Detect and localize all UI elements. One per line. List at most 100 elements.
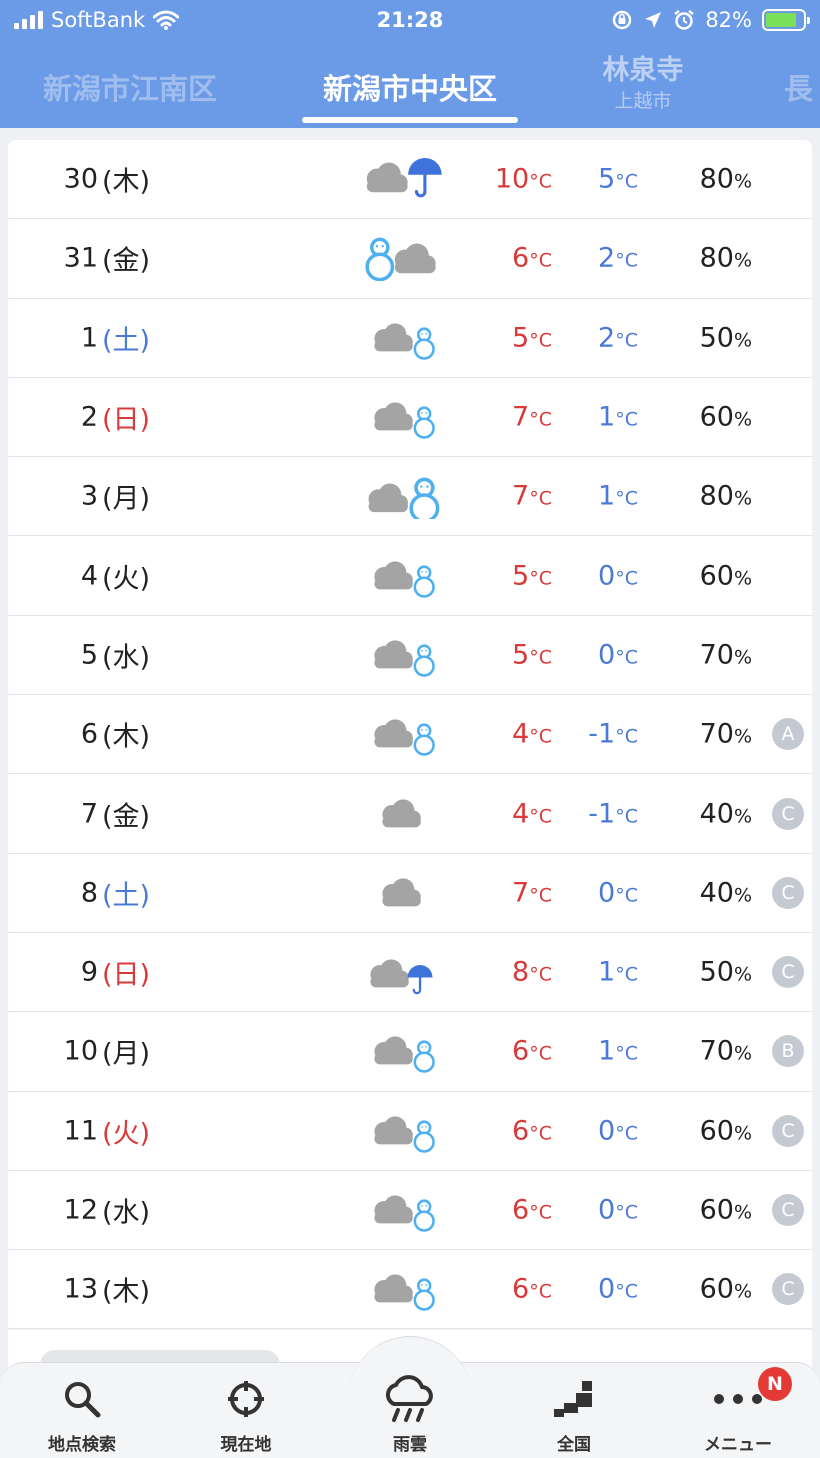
forecast-precip-chance: 70% [699,718,752,750]
nav-nationwide[interactable]: 全国 [509,1368,639,1455]
forecast-day-of-week: (木) [102,166,151,198]
forecast-precip-chance: 60% [699,1273,752,1305]
reliability-badge: C [772,1194,804,1226]
forecast-high-temp: 5°C [512,322,552,354]
forecast-precip-chance: 60% [699,560,752,592]
reliability-badge: B [772,1035,804,1068]
tab-location-next-sub: 上越市 [614,90,672,112]
forecast-high-temp: 4°C [512,798,552,830]
nav-rain-cloud[interactable]: 雨雲 [345,1368,475,1455]
forecast-row[interactable]: 10 (月) 6°C 1°C 70% B [8,1012,812,1092]
crosshair-icon [228,1381,264,1417]
forecast-row[interactable]: 4 (火) 5°C 0°C 60% [8,536,812,616]
forecast-day-of-week: (月) [102,483,151,515]
forecast-precip-chance: 70% [699,639,752,671]
rain-cloud-icon [385,1375,433,1422]
forecast-high-temp: 10°C [494,163,552,195]
cloud-sometimes-snow-icon [374,719,435,756]
forecast-list: 30 (木) 10°C 5°C 80% 31 (金) 6°C 2°C 80% 1… [8,140,812,1330]
forecast-row[interactable]: 3 (月) 7°C 1°C 80% [8,457,812,537]
forecast-precip-chance: 60% [699,1194,752,1226]
forecast-day-of-week: (土) [102,325,151,357]
forecast-date: 30 [63,163,98,195]
tab-location-active[interactable]: 新潟市中央区 [300,66,520,108]
forecast-row[interactable]: 5 (水) 5°C 0°C 70% [8,616,812,696]
orientation-lock-icon [613,10,632,30]
nav-rain-cloud-label: 雨雲 [393,1435,427,1455]
forecast-day-of-week: (日) [102,404,151,436]
tab-location-previous[interactable]: 新潟市江南区 [40,66,220,108]
cloud-sometimes-snow-icon [374,561,435,598]
status-right: 82% [611,8,810,32]
menu-notification-badge: N [758,1367,792,1401]
forecast-high-temp: 6°C [512,1035,552,1067]
forecast-low-temp: 2°C [598,322,638,354]
forecast-day-of-week: (火) [102,1118,151,1150]
reliability-badge: C [772,876,804,909]
forecast-row[interactable]: 30 (木) 10°C 5°C 80% [8,140,812,220]
forecast-date: 5 [80,639,98,671]
forecast-date: 8 [80,877,98,909]
nav-nationwide-label: 全国 [557,1435,591,1455]
forecast-row[interactable]: 8 (土) 7°C 0°C 40% C [8,854,812,933]
search-icon [65,1382,101,1418]
forecast-row[interactable]: 7 (金) 4°C -1°C 40% C [8,774,812,854]
japan-map-icon [554,1381,592,1417]
forecast-row[interactable]: 12 (水) 6°C 0°C 60% C [8,1171,812,1251]
forecast-day-of-week: (金) [102,801,151,833]
forecast-row[interactable]: 6 (木) 4°C -1°C 70% A [8,695,812,775]
forecast-row[interactable]: 9 (日) 8°C 1°C 50% C [8,933,812,1013]
forecast-low-temp: 0°C [598,1194,638,1226]
battery-icon [762,9,810,31]
forecast-row[interactable]: 2 (日) 7°C 1°C 60% [8,378,812,458]
reliability-badge: C [772,1114,804,1147]
nav-current-location[interactable]: 現在地 [181,1368,311,1455]
forecast-low-temp: -1°C [588,718,638,750]
forecast-row[interactable]: 13 (木) 6°C 0°C 60% C [8,1250,812,1330]
forecast-row[interactable]: 11 (火) 6°C 0°C 60% C [8,1092,812,1171]
forecast-date: 2 [80,401,98,433]
cloud-then-snow-icon [368,477,440,520]
forecast-low-temp: 0°C [598,639,638,671]
forecast-day-of-week: (水) [102,642,151,674]
cloud-sometimes-snow-icon [374,1116,435,1153]
forecast-low-temp: 1°C [598,956,638,988]
forecast-high-temp: 4°C [512,718,552,750]
forecast-precip-chance: 50% [699,322,752,354]
tab-location-next[interactable]: 林泉寺 上越市 [570,56,716,116]
forecast-low-temp: 1°C [598,401,638,433]
battery-percent: 82% [705,8,752,32]
cloud-sometimes-snow-icon [374,1195,435,1232]
tab-location-peek[interactable]: 長 [784,66,820,108]
forecast-day-of-week: (木) [102,1276,151,1308]
forecast-date: 12 [63,1194,98,1226]
forecast-date: 13 [63,1273,98,1305]
forecast-precip-chance: 50% [699,956,752,988]
forecast-precip-chance: 80% [699,163,752,195]
forecast-date: 1 [80,322,98,354]
forecast-day-of-week: (土) [102,880,151,912]
forecast-low-temp: 0°C [598,1273,638,1305]
forecast-high-temp: 6°C [512,242,552,274]
forecast-precip-chance: 40% [699,798,752,830]
cloud-sometimes-snow-icon [374,1274,435,1312]
battery-fill [766,13,796,27]
forecast-low-temp: 2°C [598,242,638,274]
nav-search-label: 地点検索 [48,1435,116,1455]
active-tab-indicator [302,117,518,123]
forecast-low-temp: 0°C [598,877,638,909]
forecast-precip-chance: 40% [699,877,752,909]
nav-search[interactable]: 地点検索 [17,1368,147,1455]
forecast-row[interactable]: 1 (土) 5°C 2°C 50% [8,299,812,378]
forecast-high-temp: 5°C [512,560,552,592]
forecast-low-temp: 0°C [598,1115,638,1147]
cloud-icon [382,878,421,907]
forecast-day-of-week: (木) [102,721,151,753]
forecast-high-temp: 8°C [512,956,552,988]
forecast-high-temp: 7°C [512,877,552,909]
forecast-low-temp: 5°C [598,163,638,195]
reliability-badge: A [772,718,804,751]
forecast-precip-chance: 80% [699,242,752,274]
forecast-row[interactable]: 31 (金) 6°C 2°C 80% [8,219,812,299]
cloud-icon [382,798,421,827]
